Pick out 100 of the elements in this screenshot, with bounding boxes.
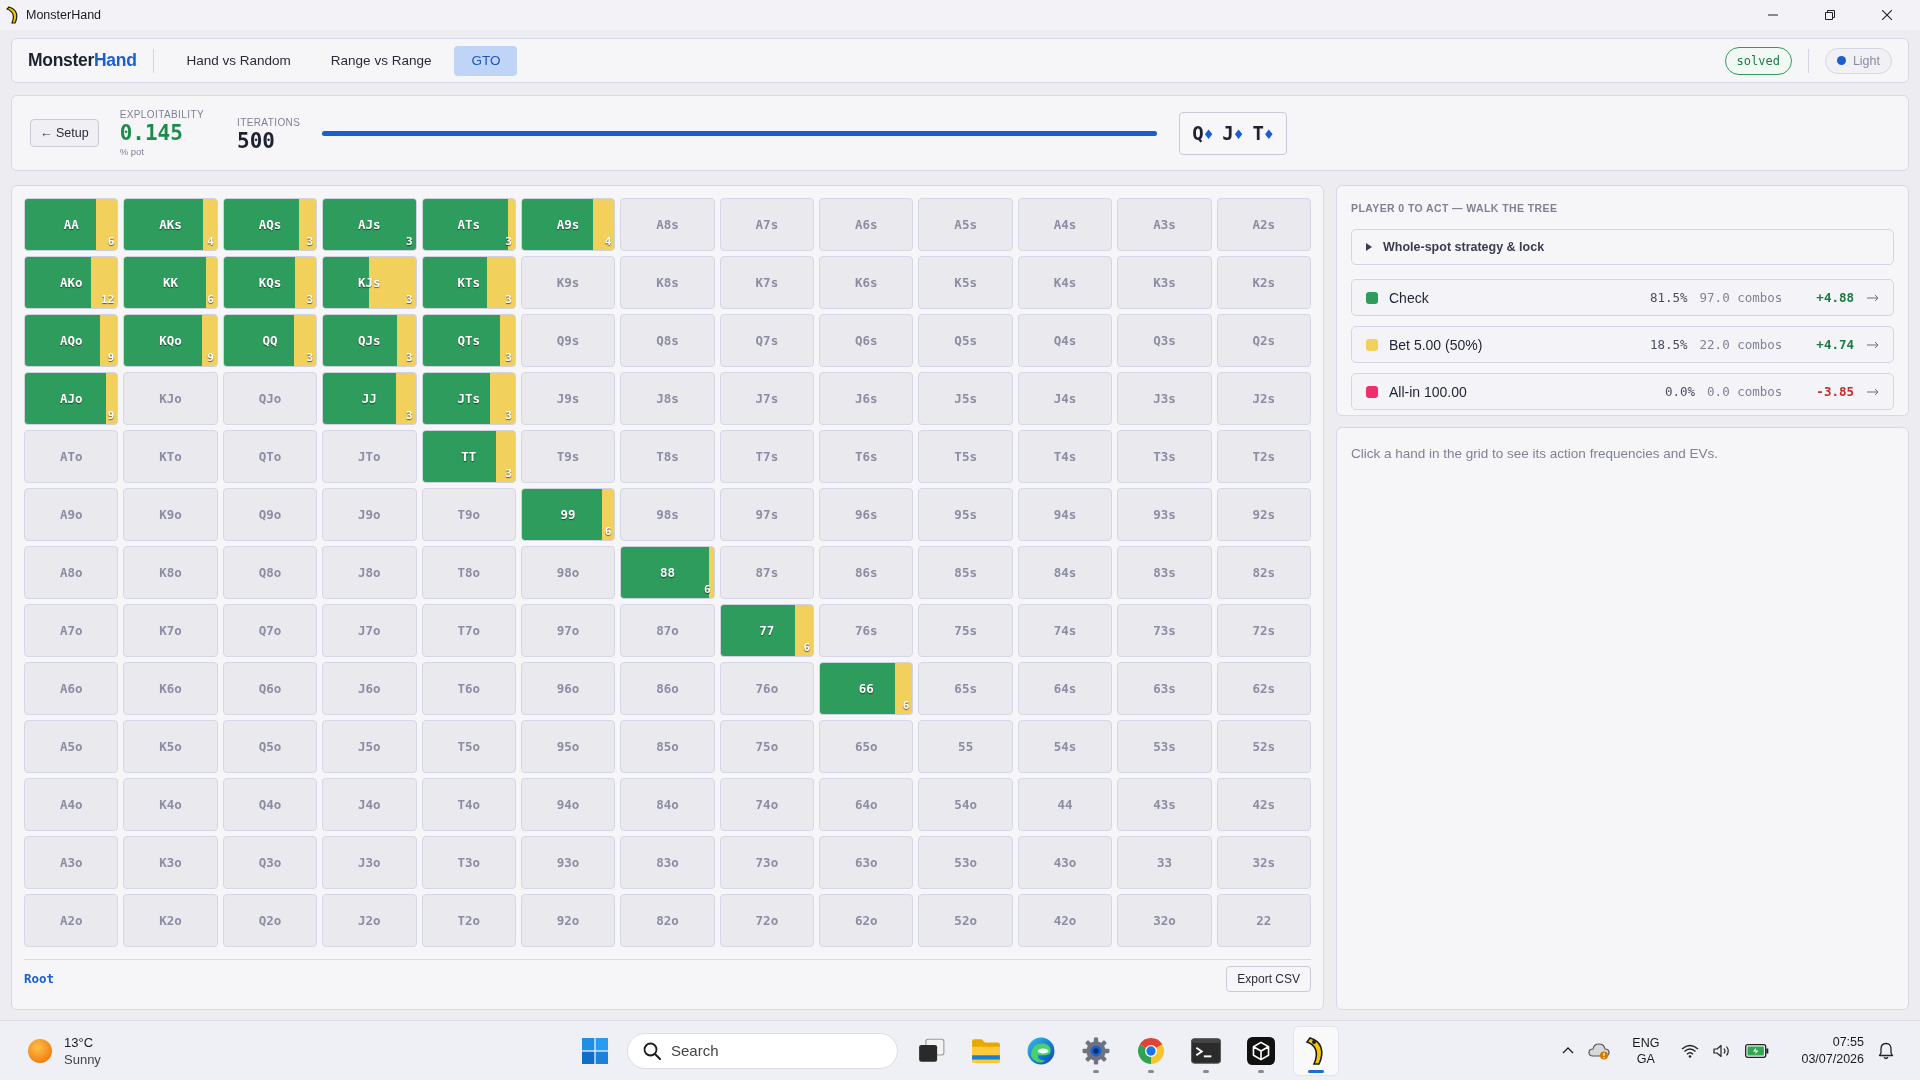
hand-cell[interactable]: AQs 3 bbox=[222, 198, 318, 251]
speaker-icon[interactable] bbox=[1713, 1043, 1732, 1058]
hand-cell[interactable]: 22 bbox=[1216, 894, 1311, 947]
nav-tab[interactable]: Range vs Range bbox=[313, 45, 449, 76]
hand-cell[interactable]: ATs 3 bbox=[421, 198, 516, 251]
hand-cell[interactable]: K7s bbox=[719, 256, 815, 309]
hand-cell[interactable]: 62s bbox=[1216, 662, 1311, 715]
hand-cell[interactable]: T6o bbox=[421, 662, 516, 715]
wifi-icon[interactable] bbox=[1681, 1043, 1700, 1058]
hand-cell[interactable]: T5o bbox=[421, 720, 516, 773]
hand-cell[interactable]: JTs 3 bbox=[421, 372, 516, 425]
hand-cell[interactable]: 76s bbox=[819, 604, 914, 657]
hand-cell[interactable]: K3o bbox=[123, 836, 218, 889]
hand-cell[interactable]: J4o bbox=[322, 778, 417, 831]
hand-cell[interactable]: J3o bbox=[322, 836, 417, 889]
hand-cell[interactable]: 32o bbox=[1117, 894, 1212, 947]
chevron-up-icon[interactable] bbox=[1562, 1047, 1575, 1054]
hand-cell[interactable]: KJo bbox=[123, 372, 218, 425]
hand-cell[interactable]: A2o bbox=[24, 894, 119, 947]
hand-cell[interactable]: Q8s bbox=[620, 314, 715, 367]
hand-cell[interactable]: 82o bbox=[620, 894, 715, 947]
hand-cell[interactable]: KQs 3 bbox=[222, 256, 318, 309]
hand-cell[interactable]: 44 bbox=[1017, 778, 1113, 831]
hand-cell[interactable]: Q6o bbox=[222, 662, 318, 715]
hand-cell[interactable]: K2s bbox=[1216, 256, 1311, 309]
hand-cell[interactable]: 75o bbox=[719, 720, 815, 773]
hand-cell[interactable]: K9o bbox=[123, 488, 218, 541]
hand-cell[interactable]: 86s bbox=[819, 546, 914, 599]
hand-cell[interactable]: 63o bbox=[819, 836, 914, 889]
hand-cell[interactable]: 77 6 bbox=[719, 604, 815, 657]
hand-cell[interactable]: 97s bbox=[719, 488, 815, 541]
hand-cell[interactable]: 83s bbox=[1117, 546, 1212, 599]
hand-cell[interactable]: 94s bbox=[1017, 488, 1113, 541]
hand-cell[interactable]: A6o bbox=[24, 662, 119, 715]
hand-cell[interactable]: AJs 3 bbox=[322, 198, 417, 251]
hand-cell[interactable]: JTo bbox=[322, 430, 417, 483]
hand-cell[interactable]: A8o bbox=[24, 546, 119, 599]
hand-cell[interactable]: 65s bbox=[918, 662, 1013, 715]
keyboard-layout[interactable]: GA bbox=[1636, 1050, 1655, 1067]
hand-cell[interactable]: 87o bbox=[620, 604, 715, 657]
nav-tab[interactable]: Hand vs Random bbox=[169, 45, 308, 76]
hand-cell[interactable]: A3o bbox=[24, 836, 119, 889]
hand-cell[interactable]: Q2o bbox=[222, 894, 318, 947]
hand-cell[interactable]: AA 6 bbox=[24, 198, 119, 251]
hand-cell[interactable]: Q4s bbox=[1017, 314, 1113, 367]
hand-cell[interactable]: Q9s bbox=[520, 314, 616, 367]
hand-cell[interactable]: 52s bbox=[1216, 720, 1311, 773]
hand-cell[interactable]: A4o bbox=[24, 778, 119, 831]
cloud-icon[interactable] bbox=[1588, 1041, 1611, 1060]
hand-cell[interactable]: AJo 9 bbox=[24, 372, 119, 425]
battery-icon[interactable] bbox=[1745, 1043, 1770, 1058]
hand-cell[interactable]: 53s bbox=[1117, 720, 1212, 773]
hand-cell[interactable]: K6o bbox=[123, 662, 218, 715]
hand-cell[interactable]: T5s bbox=[918, 430, 1013, 483]
hand-cell[interactable]: 96o bbox=[520, 662, 616, 715]
hand-cell[interactable]: Q7o bbox=[222, 604, 318, 657]
hand-cell[interactable]: 53o bbox=[918, 836, 1013, 889]
hand-cell[interactable]: 65o bbox=[819, 720, 914, 773]
hand-cell[interactable]: J5o bbox=[322, 720, 417, 773]
hand-cell[interactable]: T2o bbox=[421, 894, 516, 947]
hand-cell[interactable]: J9s bbox=[520, 372, 616, 425]
hand-cell[interactable]: J8s bbox=[620, 372, 715, 425]
hand-cell[interactable]: AQo 9 bbox=[24, 314, 119, 367]
hand-cell[interactable]: T7s bbox=[719, 430, 815, 483]
hand-cell[interactable]: J9o bbox=[322, 488, 417, 541]
hand-cell[interactable]: 85s bbox=[918, 546, 1013, 599]
hand-cell[interactable]: Q6s bbox=[819, 314, 914, 367]
hand-cell[interactable]: Q5s bbox=[918, 314, 1013, 367]
hand-cell[interactable]: QQ 3 bbox=[222, 314, 318, 367]
hand-cell[interactable]: 66 6 bbox=[819, 662, 914, 715]
taskbar-button[interactable] bbox=[1294, 1026, 1338, 1075]
hand-cell[interactable]: K5o bbox=[123, 720, 218, 773]
hand-cell[interactable]: 96s bbox=[819, 488, 914, 541]
hand-cell[interactable]: 64s bbox=[1017, 662, 1113, 715]
hand-cell[interactable]: 64o bbox=[819, 778, 914, 831]
hand-cell[interactable]: 95o bbox=[520, 720, 616, 773]
hand-cell[interactable]: A7s bbox=[719, 198, 815, 251]
hand-cell[interactable]: 33 bbox=[1117, 836, 1212, 889]
hand-cell[interactable]: 54o bbox=[918, 778, 1013, 831]
hand-cell[interactable]: 62o bbox=[819, 894, 914, 947]
action-row[interactable]: Check 81.5% 97.0 combos +4.88 bbox=[1351, 279, 1894, 316]
hand-cell[interactable]: 72s bbox=[1216, 604, 1311, 657]
hand-cell[interactable]: AKs 4 bbox=[123, 198, 218, 251]
action-row[interactable]: All-in 100.00 0.0% 0.0 combos -3.85 bbox=[1351, 373, 1894, 410]
hand-cell[interactable]: T3o bbox=[421, 836, 516, 889]
hand-cell[interactable]: 83o bbox=[620, 836, 715, 889]
hand-cell[interactable]: A2s bbox=[1216, 198, 1311, 251]
hand-cell[interactable]: KQo 9 bbox=[123, 314, 218, 367]
hand-cell[interactable]: A5o bbox=[24, 720, 119, 773]
hand-cell[interactable]: 86o bbox=[620, 662, 715, 715]
tree-path-link[interactable]: Root bbox=[24, 971, 55, 986]
hand-cell[interactable]: 74s bbox=[1017, 604, 1113, 657]
export-csv-button[interactable]: Export CSV bbox=[1226, 965, 1311, 992]
close-icon[interactable] bbox=[1882, 10, 1892, 20]
hand-cell[interactable]: 84o bbox=[620, 778, 715, 831]
hand-cell[interactable]: TT 3 bbox=[421, 430, 516, 483]
hand-cell[interactable]: T6s bbox=[819, 430, 914, 483]
hand-cell[interactable]: Q2s bbox=[1216, 314, 1311, 367]
hand-cell[interactable]: K4s bbox=[1017, 256, 1113, 309]
hand-cell[interactable]: 93s bbox=[1117, 488, 1212, 541]
